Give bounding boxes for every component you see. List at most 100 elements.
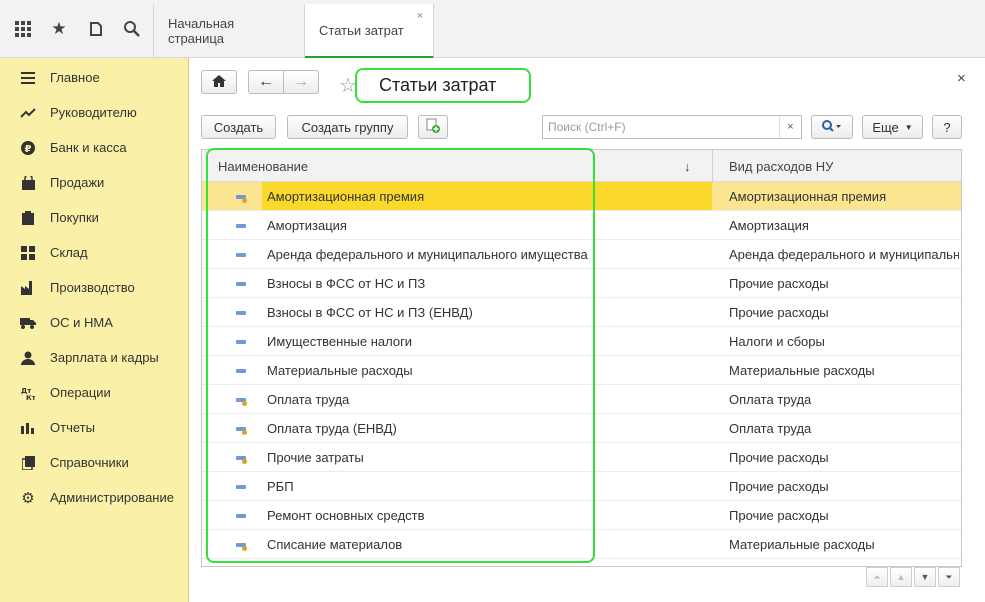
create-button[interactable]: Создать: [201, 115, 276, 139]
table-row[interactable]: Оплата труда Оплата труда: [202, 385, 961, 414]
sidebar-item-label: Главное: [50, 70, 100, 85]
item-icon: [236, 253, 246, 257]
search-options-button[interactable]: [811, 115, 853, 139]
double-up-icon: ⏶: [873, 571, 881, 582]
bag-icon: [20, 175, 36, 191]
cell-name: Списание материалов: [267, 536, 403, 552]
table-row[interactable]: Амортизация Амортизация: [202, 211, 961, 240]
cell-tax-type: Прочие расходы: [729, 507, 829, 523]
table-row[interactable]: Имущественные налоги Налоги и сборы: [202, 327, 961, 356]
tab-home[interactable]: Начальная страница: [153, 4, 305, 58]
ruble-coin-icon: ₽: [20, 140, 36, 156]
table-row[interactable]: Амортизационная премия Амортизационная п…: [202, 182, 961, 211]
close-form-icon[interactable]: ×: [957, 70, 966, 87]
table-row[interactable]: РБП Прочие расходы: [202, 472, 961, 501]
cell-tax-type: Прочие расходы: [729, 275, 829, 291]
sidebar-item-label: Зарплата и кадры: [50, 350, 159, 365]
cell-tax-type: Аренда федерального и муниципальн...: [729, 246, 959, 262]
sidebar-item-label: Отчеты: [50, 420, 95, 435]
cell-name: Материальные расходы: [267, 362, 413, 378]
home-button[interactable]: [201, 70, 237, 94]
sidebar-item-warehouse[interactable]: Склад: [0, 235, 189, 270]
cell-tax-type: Прочие расходы: [729, 478, 829, 494]
scroll-down-button[interactable]: ▼: [914, 567, 936, 587]
sidebar-item-directories[interactable]: Справочники: [0, 445, 189, 480]
column-separator[interactable]: [712, 150, 713, 182]
search-input[interactable]: Поиск (Ctrl+F) ×: [542, 115, 802, 139]
table-row[interactable]: Списание материалов Материальные расходы: [202, 530, 961, 559]
warehouse-icon: [20, 245, 36, 261]
sidebar-item-operations[interactable]: Дт Кт Операции: [0, 375, 189, 410]
sidebar-item-production[interactable]: Производство: [0, 270, 189, 305]
star-icon[interactable]: ★: [47, 17, 71, 41]
truck-icon: [20, 315, 36, 331]
tab-close-icon[interactable]: ×: [417, 10, 423, 22]
sidebar-item-label: Продажи: [50, 175, 105, 190]
scroll-first-button[interactable]: ⏶: [866, 567, 888, 587]
table-row[interactable]: Прочие затраты Прочие расходы: [202, 443, 961, 472]
create-group-button[interactable]: Создать группу: [287, 115, 408, 139]
item-icon: [236, 398, 247, 406]
svg-text:Кт: Кт: [26, 394, 35, 400]
back-button[interactable]: ←: [248, 70, 284, 94]
magnifier-icon: [822, 119, 842, 135]
help-button[interactable]: ?: [932, 115, 962, 139]
sidebar-item-main[interactable]: Главное: [0, 60, 189, 95]
arrow-right-icon: →: [293, 73, 309, 90]
cell-name: Амортизация: [267, 217, 347, 233]
item-icon: [236, 369, 246, 373]
sidebar-item-sales[interactable]: Продажи: [0, 165, 189, 200]
scroll-last-button[interactable]: ⏷: [938, 567, 960, 587]
sidebar-item-manager[interactable]: Руководителю: [0, 95, 189, 130]
item-icon: [236, 340, 246, 344]
column-header-name[interactable]: Наименование: [218, 150, 308, 182]
tab-expense-items[interactable]: Статьи затрат ×: [305, 4, 434, 59]
arrow-left-icon: ←: [258, 73, 274, 90]
down-icon: ▼: [920, 572, 930, 582]
scroll-up-button[interactable]: ▲: [890, 567, 912, 587]
cell-name: Прочие затраты: [267, 449, 364, 465]
column-header-tax-type[interactable]: Вид расходов НУ: [729, 150, 833, 182]
apps-grid-icon[interactable]: [11, 17, 35, 41]
table-row[interactable]: Взносы в ФСС от НС и ПЗ Прочие расходы: [202, 269, 961, 298]
sidebar-item-assets[interactable]: ОС и НМА: [0, 305, 189, 340]
sidebar-item-reports[interactable]: Отчеты: [0, 410, 189, 445]
sidebar-item-salary[interactable]: Зарплата и кадры: [0, 340, 189, 375]
sort-arrow-icon[interactable]: ↓: [684, 150, 691, 182]
table-row[interactable]: Материальные расходы Материальные расход…: [202, 356, 961, 385]
cell-tax-type: Материальные расходы: [729, 362, 875, 378]
table-row[interactable]: Ремонт основных средств Прочие расходы: [202, 501, 961, 530]
item-icon: [236, 543, 247, 551]
tab-home-label: Начальная страница: [168, 16, 235, 46]
svg-text:₽: ₽: [25, 144, 32, 155]
expense-items-table[interactable]: Наименование ↓ Вид расходов НУ Амортизац…: [201, 149, 962, 567]
cell-name: Амортизационная премия: [262, 182, 712, 210]
cell-name: Взносы в ФСС от НС и ПЗ: [267, 275, 426, 291]
table-row[interactable]: Оплата труда (ЕНВД) Оплата труда: [202, 414, 961, 443]
debit-credit-icon: Дт Кт: [20, 385, 36, 401]
search-clear-icon[interactable]: ×: [779, 116, 801, 138]
table-row[interactable]: Аренда федерального и муниципального иму…: [202, 240, 961, 269]
cart-icon: [20, 210, 36, 226]
sidebar-item-admin[interactable]: ⚙ Администрирование: [0, 480, 189, 515]
item-icon: [236, 456, 247, 464]
factory-icon: [20, 280, 36, 296]
forward-button[interactable]: →: [283, 70, 319, 94]
tab-expense-items-label: Статьи затрат: [319, 22, 404, 38]
copy-button[interactable]: [418, 115, 448, 139]
item-icon: [236, 282, 246, 286]
item-icon: [236, 427, 247, 435]
cell-name: Оплата труда (ЕНВД): [267, 420, 397, 436]
top-bar: ★ Начальная страница Статьи затрат ×: [0, 0, 985, 59]
table-row[interactable]: Взносы в ФСС от НС и ПЗ (ЕНВД) Прочие ра…: [202, 298, 961, 327]
more-button[interactable]: Еще ▼: [862, 115, 923, 139]
more-label: Еще: [872, 119, 899, 135]
sidebar-item-bank[interactable]: ₽ Банк и касса: [0, 130, 189, 165]
sidebar-item-label: Администрирование: [50, 490, 174, 505]
sidebar-item-purchases[interactable]: Покупки: [0, 200, 189, 235]
history-icon[interactable]: [84, 17, 108, 41]
menu-lines-icon: [20, 70, 36, 86]
search-icon[interactable]: [120, 17, 144, 41]
cell-name: Ремонт основных средств: [267, 507, 425, 523]
cell-tax-type: Налоги и сборы: [729, 333, 825, 349]
